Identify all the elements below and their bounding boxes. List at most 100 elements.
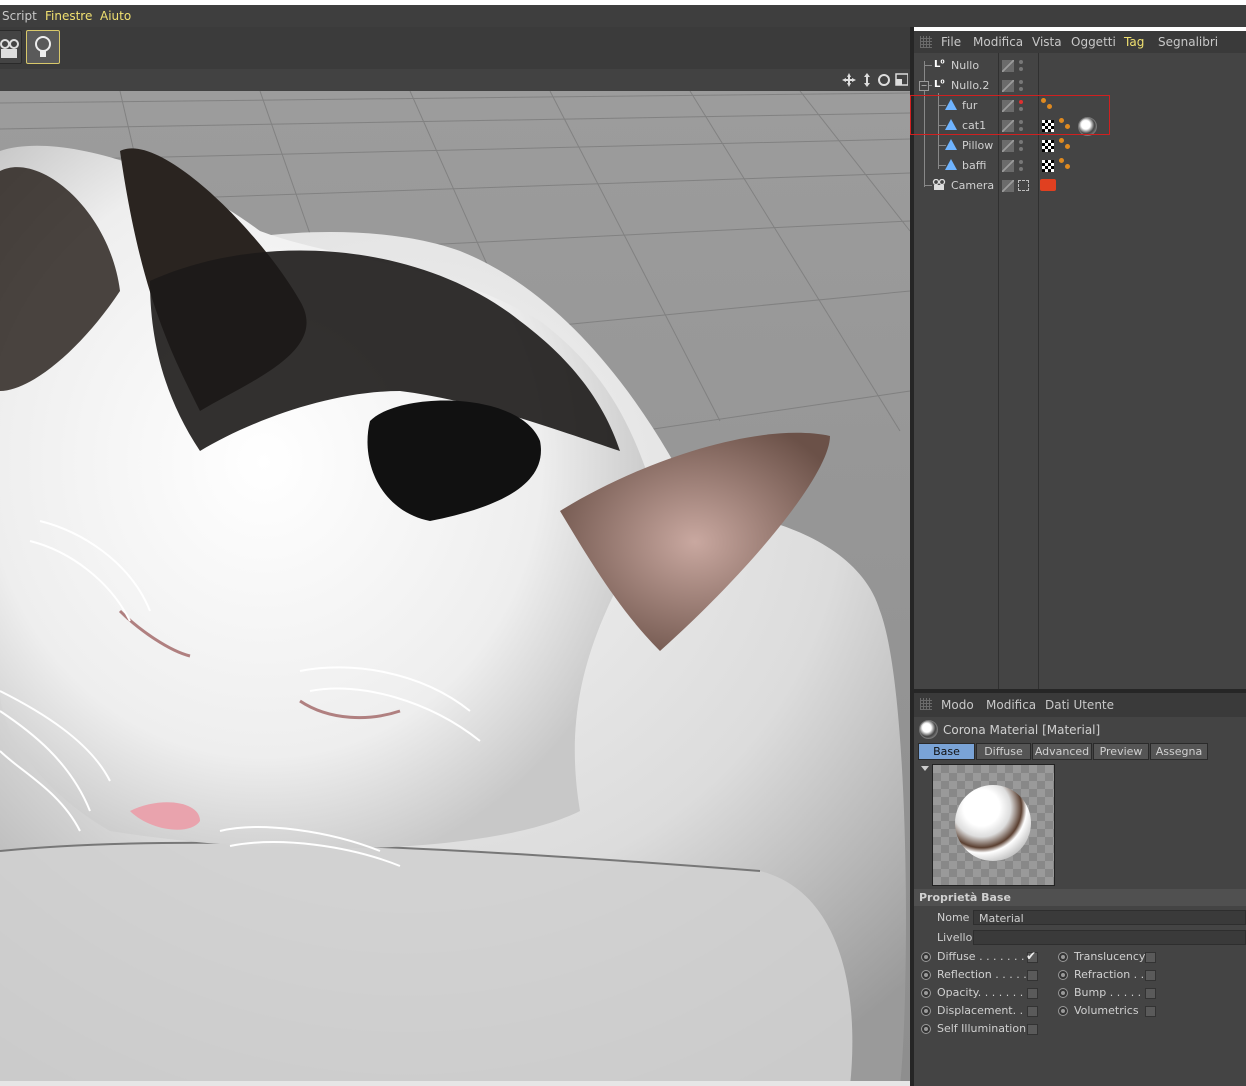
object-row-camera[interactable]: Camera <box>914 176 1246 196</box>
object-row-baffi[interactable]: baffi <box>914 156 1246 176</box>
nome-field[interactable]: Material <box>973 910 1246 925</box>
render-visibility-dots[interactable] <box>1019 79 1023 93</box>
object-name: Nullo <box>951 59 980 72</box>
fur-tag-icon[interactable] <box>1059 138 1073 152</box>
object-manager-menubar: File Modifica Vista Oggetti Tag Segnalib… <box>914 31 1246 53</box>
om-menu-oggetti[interactable]: Oggetti <box>1071 35 1116 49</box>
menu-finestre[interactable]: Finestre <box>45 9 92 23</box>
render-visibility-dots[interactable] <box>1019 159 1023 173</box>
section-title: Proprietà Base <box>919 891 1011 904</box>
uvw-tag-icon[interactable] <box>1042 160 1054 172</box>
camera-object-icon <box>932 179 946 190</box>
material-preview[interactable] <box>932 764 1055 886</box>
fur-tag-icon[interactable] <box>1059 158 1073 172</box>
diffuse-label: Diffuse . . . . . . . . . <box>937 950 1039 963</box>
object-name: baffi <box>962 159 987 172</box>
om-menu-tag[interactable]: Tag <box>1124 35 1144 49</box>
self-illumination-radio[interactable] <box>921 1024 931 1034</box>
self-illumination-checkbox[interactable] <box>1027 1024 1038 1035</box>
bump-checkbox[interactable] <box>1145 988 1156 999</box>
livello-field[interactable] <box>973 930 1246 945</box>
opacity-checkbox[interactable] <box>1027 988 1038 999</box>
object-name: Nullo.2 <box>951 79 990 92</box>
viewport-header <box>0 69 910 91</box>
om-menu-segnalibri[interactable]: Segnalibri <box>1158 35 1218 49</box>
polygon-object-icon <box>945 159 957 170</box>
displacement-label: Displacement. . . <box>937 1004 1031 1017</box>
reflection-checkbox[interactable] <box>1027 970 1038 981</box>
render-visibility-dots[interactable] <box>1019 139 1023 153</box>
protection-tag-icon[interactable] <box>1040 179 1056 191</box>
displacement-checkbox[interactable] <box>1027 1006 1038 1017</box>
editor-visibility-toggle[interactable] <box>1002 180 1014 192</box>
diffuse-radio[interactable] <box>921 952 931 962</box>
object-name: Camera <box>951 179 995 192</box>
main-menubar: Script Finestre Aiuto <box>0 5 1246 27</box>
displacement-radio[interactable] <box>921 1006 931 1016</box>
om-menu-modifica[interactable]: Modifica <box>973 35 1023 49</box>
opacity-label: Opacity. . . . . . . . . <box>937 986 1038 999</box>
panel-grip-icon[interactable] <box>920 698 932 710</box>
checkmark-icon: ✔ <box>1026 949 1037 963</box>
tab-preview[interactable]: Preview <box>1093 743 1149 760</box>
om-menu-vista[interactable]: Vista <box>1032 35 1062 49</box>
uvw-tag-icon[interactable] <box>1042 140 1054 152</box>
menu-aiuto[interactable]: Aiuto <box>100 9 131 23</box>
material-icon <box>919 720 938 739</box>
object-row-nullo[interactable]: L⁰ Nullo <box>914 56 1246 76</box>
object-row-nullo-2[interactable]: − L⁰ Nullo.2 <box>914 76 1246 96</box>
translucency-checkbox[interactable] <box>1145 952 1156 963</box>
viewport-scene <box>0 91 910 1086</box>
attribute-manager-menubar: Modo Modifica Dati Utente <box>914 693 1246 717</box>
collapse-icon[interactable]: − <box>919 81 929 91</box>
bump-label: Bump . . . . . . . <box>1074 986 1156 999</box>
opacity-radio[interactable] <box>921 988 931 998</box>
am-menu-modifica[interactable]: Modifica <box>986 698 1036 712</box>
refraction-label: Refraction . . <box>1074 968 1145 981</box>
translucency-radio[interactable] <box>1058 952 1068 962</box>
editor-visibility-toggle[interactable] <box>1002 140 1014 152</box>
reflection-label: Reflection . . . . . <box>937 968 1027 981</box>
collapse-arrow-icon[interactable] <box>921 766 929 771</box>
menu-script[interactable]: Script <box>2 9 37 23</box>
refraction-radio[interactable] <box>1058 970 1068 980</box>
light-tool-button[interactable] <box>26 30 60 64</box>
am-menu-dati-utente[interactable]: Dati Utente <box>1045 698 1114 712</box>
null-object-icon: L⁰ <box>934 79 945 90</box>
attribute-manager-panel: Modo Modifica Dati Utente Corona Materia… <box>914 693 1246 1086</box>
polygon-object-icon <box>945 139 957 150</box>
tab-assegna[interactable]: Assegna <box>1150 743 1208 760</box>
3d-viewport[interactable] <box>0 91 910 1086</box>
camera-icon <box>0 39 19 58</box>
bump-radio[interactable] <box>1058 988 1068 998</box>
toolbar <box>0 27 912 69</box>
panel-grip-icon[interactable] <box>920 36 932 48</box>
volumetrics-checkbox[interactable] <box>1145 1006 1156 1017</box>
editor-visibility-toggle[interactable] <box>1002 80 1014 92</box>
render-visibility-dots[interactable] <box>1019 59 1023 73</box>
reflection-radio[interactable] <box>921 970 931 980</box>
om-menu-file[interactable]: File <box>941 35 961 49</box>
section-header: Proprietà Base <box>914 889 1246 906</box>
tab-advanced[interactable]: Advanced <box>1032 743 1092 760</box>
camera-tool-button[interactable] <box>0 30 22 64</box>
translucency-label: Translucency <box>1074 950 1146 963</box>
selection-highlight-box <box>910 95 1110 135</box>
object-name: Pillow <box>962 139 994 152</box>
editor-visibility-toggle[interactable] <box>1002 160 1014 172</box>
livello-label: Livello <box>937 931 973 944</box>
tab-diffuse[interactable]: Diffuse <box>976 743 1031 760</box>
object-row-pillow[interactable]: Pillow <box>914 136 1246 156</box>
preview-sphere <box>955 785 1031 861</box>
camera-target-icon[interactable] <box>1018 180 1029 191</box>
nome-label: Nome <box>937 911 970 924</box>
tab-base[interactable]: Base <box>918 743 975 760</box>
volumetrics-radio[interactable] <box>1058 1006 1068 1016</box>
nome-value: Material <box>979 912 1024 925</box>
editor-visibility-toggle[interactable] <box>1002 60 1014 72</box>
am-menu-modo[interactable]: Modo <box>941 698 974 712</box>
viewport-navigation-icons[interactable] <box>842 72 908 88</box>
refraction-checkbox[interactable] <box>1145 970 1156 981</box>
null-object-icon: L⁰ <box>934 59 945 70</box>
self-illumination-label: Self Illumination <box>937 1022 1027 1035</box>
